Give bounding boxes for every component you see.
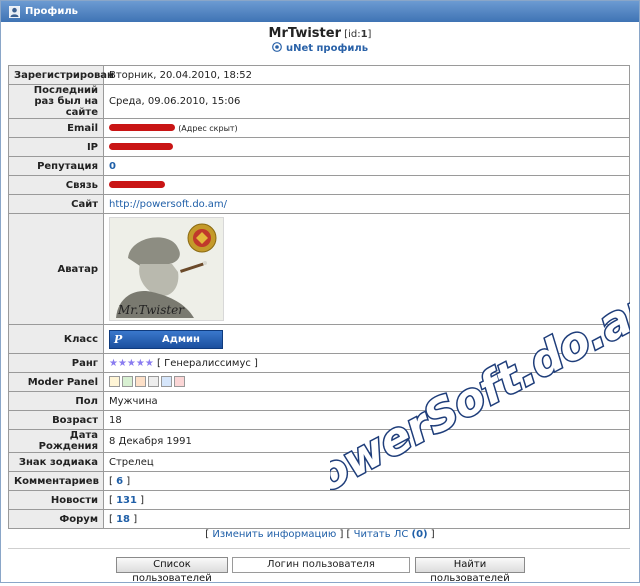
news-count-link[interactable]: 131 <box>116 495 137 506</box>
footer-divider <box>8 548 630 549</box>
rank-stars-icon: ★★★★★ <box>109 357 154 369</box>
forum-cell: [ 18 ] <box>103 509 630 529</box>
row-news: Новости [ 131 ] <box>8 490 630 510</box>
ip-redaction <box>109 143 173 150</box>
class-badge: P Админ <box>109 329 223 349</box>
id-value: 1 <box>360 29 368 40</box>
window-title: Профиль <box>25 6 78 17</box>
last-visit-value: Среда, 09.06.2010, 15:06 <box>103 84 630 119</box>
email-redaction <box>109 124 175 131</box>
row-reputation: Репутация 0 <box>8 156 630 176</box>
login-search-input[interactable] <box>232 557 410 573</box>
last-visit-label: Последний раз был на сайте <box>8 84 104 119</box>
avatar-caption: Mr.Twister <box>118 303 185 317</box>
user-nickname: MrTwister <box>268 26 341 41</box>
contact-value <box>103 175 630 195</box>
delete-icon[interactable] <box>174 376 185 388</box>
contact-label: Связь <box>8 175 104 195</box>
warning-icon[interactable] <box>135 376 146 388</box>
link-icon[interactable] <box>161 376 172 388</box>
comments-count-link[interactable]: 6 <box>116 476 123 487</box>
registered-value: Вторник, 20.04.2010, 18:52 <box>103 65 630 85</box>
row-registered: Зарегистрирован Вторник, 20.04.2010, 18:… <box>8 65 630 85</box>
id-prefix: [id: <box>344 29 361 40</box>
user-id-tag: [id:1] <box>344 29 371 40</box>
user-icon <box>8 5 21 18</box>
moder-panel-label: Moder Panel <box>8 372 104 392</box>
rank-value: [ Генералиссимус ] <box>157 357 258 369</box>
find-users-button[interactable]: Найти пользователей <box>415 557 525 584</box>
news-label: Новости <box>8 490 104 510</box>
class-value: Админ <box>162 333 200 345</box>
reputation-label: Репутация <box>8 156 104 176</box>
title-bar: Профиль <box>1 1 639 22</box>
registered-label: Зарегистрирован <box>8 65 114 85</box>
row-ip: IP <box>8 137 630 157</box>
unet-profile-label: uNet профиль <box>285 43 369 54</box>
forum-label: Форум <box>8 509 104 529</box>
comments-label: Комментариев <box>8 471 104 491</box>
reputation-value[interactable]: 0 <box>109 161 116 172</box>
gender-label: Пол <box>8 391 104 411</box>
avatar-label: Аватар <box>8 213 104 325</box>
edit-icon[interactable] <box>109 376 120 388</box>
edit-info-link[interactable]: Изменить информацию <box>212 529 336 540</box>
email-label: Email <box>8 118 104 138</box>
badge-letter: P <box>114 332 123 346</box>
watermark-text: PowerSoft.do.am <box>330 300 630 490</box>
read-pm-link[interactable]: Читать ЛС <box>354 529 409 540</box>
avatar-image: Mr.Twister <box>109 217 224 321</box>
class-label: Класс <box>8 324 104 354</box>
age-label: Возраст <box>8 410 104 430</box>
footer-links: [ Изменить информацию ] [ Читать ЛС (0) … <box>205 529 435 540</box>
rank-label: Ранг <box>8 353 104 373</box>
message-icon[interactable] <box>148 376 159 388</box>
row-contact: Связь <box>8 175 630 195</box>
forum-count-link[interactable]: 18 <box>116 514 130 525</box>
site-label: Сайт <box>8 194 104 214</box>
unet-profile-link[interactable]: uNet профиль <box>0 42 640 54</box>
row-site: Сайт http://powersoft.do.am/ <box>8 194 630 214</box>
id-suffix: ] <box>367 29 372 40</box>
site-cell: http://powersoft.do.am/ <box>103 194 630 214</box>
watermark: PowerSoft.do.am <box>330 300 630 490</box>
ip-label: IP <box>8 137 104 157</box>
zodiac-label: Знак зодиака <box>8 452 104 472</box>
ip-value <box>103 137 630 157</box>
row-last-visit: Последний раз был на сайте Среда, 09.06.… <box>8 84 630 119</box>
row-email: Email (Адрес скрыт) <box>8 118 630 138</box>
user-list-button[interactable]: Список пользователей <box>116 557 228 584</box>
profile-header: MrTwister [id:1] <box>0 26 640 41</box>
pm-count: (0) <box>411 529 428 540</box>
ban-icon[interactable] <box>122 376 133 388</box>
site-link[interactable]: http://powersoft.do.am/ <box>109 199 227 210</box>
news-cell: [ 131 ] <box>103 490 630 510</box>
contact-redaction <box>109 181 165 188</box>
birthday-label: Дата Рождения <box>8 429 104 453</box>
unet-icon <box>272 42 282 52</box>
reputation-cell: 0 <box>103 156 630 176</box>
row-forum: Форум [ 18 ] <box>8 509 630 529</box>
email-hidden-note: (Адрес скрыт) <box>178 123 238 133</box>
email-value: (Адрес скрыт) <box>103 118 630 138</box>
